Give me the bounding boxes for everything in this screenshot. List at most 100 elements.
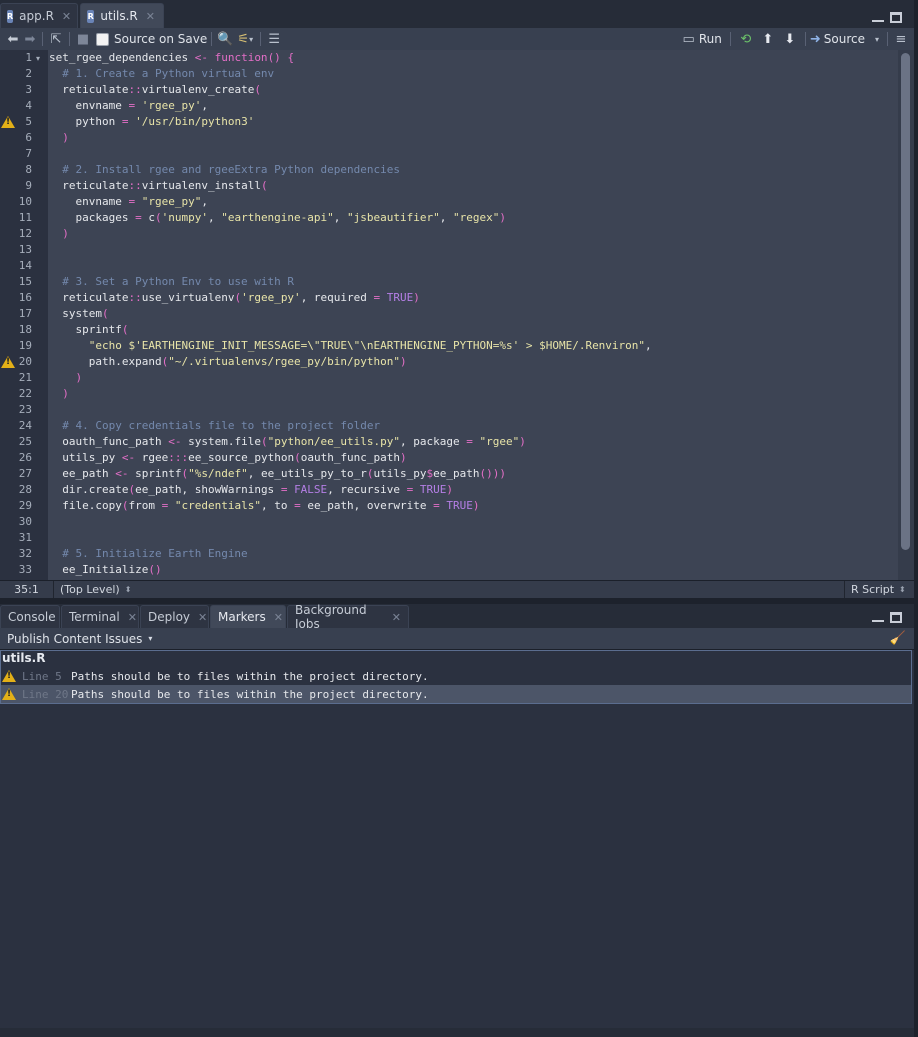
code-line: )	[62, 227, 69, 240]
code-editor[interactable]: set_rgee_dependencies <- function() { # …	[48, 50, 898, 580]
bottom-scrollbar[interactable]	[0, 1028, 914, 1037]
tab-label: Background Jobs	[295, 603, 367, 631]
line-number: 26	[18, 451, 32, 464]
dropdown-label: Publish Content Issues	[7, 631, 143, 646]
editor-tab-bar: R app.R ✕ R utils.R ✕	[0, 0, 914, 29]
code-line: reticulate::virtualenv_install(	[49, 179, 268, 192]
run-label: Run	[698, 32, 722, 46]
cursor-position: 35:1	[0, 581, 54, 598]
up-arrow-icon[interactable]: ⬆	[757, 30, 779, 48]
code-line: # 5. Initialize Earth Engine	[62, 547, 248, 560]
close-icon[interactable]: ✕	[146, 10, 155, 23]
r-file-icon: R	[7, 9, 14, 23]
code-line: # 3. Set a Python Env to use with R	[62, 275, 295, 288]
show-in-window-icon[interactable]: ⇱	[47, 30, 65, 48]
code-line: envname = "rgee_py",	[49, 195, 208, 208]
markers-list: utils.R Line 5 Paths should be to files …	[0, 650, 914, 1037]
source-label: Source	[823, 32, 865, 46]
line-number: 12	[18, 227, 32, 240]
chevron-down-icon: ▾	[874, 34, 879, 44]
line-number: 18	[18, 323, 32, 336]
line-number: 19	[18, 339, 32, 352]
checkbox-icon[interactable]	[96, 32, 109, 46]
line-number: 6	[25, 131, 32, 144]
close-icon[interactable]: ✕	[128, 611, 137, 624]
close-icon[interactable]: ✕	[62, 10, 71, 23]
close-icon[interactable]: ✕	[274, 611, 283, 624]
code-line: oauth_func_path <- system.file("python/e…	[49, 435, 526, 448]
tab-console[interactable]: Console	[0, 605, 60, 628]
document-outline-icon[interactable]: ☰	[265, 30, 283, 48]
line-number: 21	[18, 371, 32, 384]
line-number: 31	[18, 531, 32, 544]
down-arrow-icon[interactable]: ⬇	[779, 30, 801, 48]
close-icon[interactable]: ✕	[392, 611, 401, 624]
forward-arrow-icon[interactable]: ➡	[22, 30, 38, 48]
code-line: dir.create(ee_path, showWarnings = FALSE…	[49, 483, 454, 496]
code-line: sprintf(	[49, 323, 129, 336]
back-arrow-icon[interactable]: ⬅	[4, 30, 22, 48]
maximize-icon[interactable]	[890, 12, 902, 23]
run-button[interactable]: ▭ Run	[683, 30, 726, 48]
tab-app-r[interactable]: R app.R ✕	[0, 3, 78, 28]
code-tools-wand-icon[interactable]: ⚟ ▾	[234, 30, 256, 48]
tab-markers[interactable]: Markers ✕	[210, 605, 286, 628]
line-number: 9	[25, 179, 32, 192]
code-line: system(	[49, 307, 109, 320]
tab-background-jobs[interactable]: Background Jobs ✕	[287, 603, 409, 631]
line-number: 22	[18, 387, 32, 400]
source-on-save-checkbox[interactable]: Source on Save	[96, 30, 207, 48]
line-number-gutter: 1▾23456789101112131415161718192021222324…	[0, 50, 48, 580]
tab-label: Terminal	[69, 610, 120, 624]
line-number: 14	[18, 259, 32, 272]
tab-terminal[interactable]: Terminal ✕	[61, 605, 139, 628]
line-number: 15	[18, 275, 32, 288]
source-arrow-icon: ➜	[809, 31, 821, 47]
maximize-icon[interactable]	[890, 612, 902, 623]
code-line: )	[62, 387, 69, 400]
window-edge	[914, 0, 918, 1037]
code-line: )	[75, 371, 83, 384]
search-icon[interactable]: 🔍	[216, 30, 234, 48]
line-number: 3	[25, 83, 32, 96]
scope-selector[interactable]: (Top Level) ⬍	[54, 581, 844, 598]
broom-clear-icon[interactable]: 🧹	[890, 631, 906, 646]
line-number: 16	[18, 291, 32, 304]
code-line: reticulate::use_virtualenv('rgee_py', re…	[49, 291, 420, 304]
outline-toggle-icon[interactable]: ≡	[892, 30, 910, 48]
rerun-icon[interactable]: ⟲	[735, 30, 757, 48]
warning-icon[interactable]	[1, 356, 15, 368]
line-number: 13	[18, 243, 32, 256]
source-button[interactable]: ➜ Source ▾	[810, 30, 883, 48]
code-line: utils_py <- rgee:::ee_source_python(oaut…	[49, 451, 407, 464]
code-line: path.expand("~/.virtualenvs/rgee_py/bin/…	[49, 355, 407, 368]
code-line: set_rgee_dependencies <- function() {	[49, 51, 295, 64]
marker-list-dropdown[interactable]: Publish Content Issues ▾	[7, 632, 152, 646]
tab-label: Console	[8, 610, 56, 624]
warning-icon[interactable]	[1, 116, 15, 128]
code-line: python = '/usr/bin/python3'	[49, 115, 255, 128]
line-number: 8	[25, 163, 32, 176]
editor-scrollbar-thumb[interactable]	[901, 53, 910, 550]
minimize-icon[interactable]	[872, 612, 884, 622]
line-number: 17	[18, 307, 32, 320]
save-icon[interactable]: ■	[74, 30, 92, 48]
code-line: # 4. Copy credentials file to the projec…	[62, 419, 381, 432]
minimize-icon[interactable]	[872, 12, 884, 22]
line-number: 23	[18, 403, 32, 416]
line-number: 29	[18, 499, 32, 512]
fold-arrow-icon[interactable]: ▾	[36, 54, 40, 63]
markers-toolbar: Publish Content Issues ▾ 🧹	[0, 628, 914, 650]
tab-label: Markers	[218, 610, 266, 624]
line-number: 11	[18, 211, 32, 224]
r-file-icon: R	[87, 9, 95, 23]
tab-utils-r[interactable]: R utils.R ✕	[80, 3, 164, 28]
code-line: # 1. Create a Python virtual env	[62, 67, 275, 80]
line-number: 27	[18, 467, 32, 480]
tab-deploy[interactable]: Deploy ✕	[140, 605, 209, 628]
tab-label: utils.R	[100, 9, 138, 23]
markers-focus-frame	[0, 650, 912, 704]
close-icon[interactable]: ✕	[198, 611, 207, 624]
code-line: ee_Initialize()	[49, 563, 162, 576]
filetype-selector[interactable]: R Script ⬍	[844, 581, 914, 598]
